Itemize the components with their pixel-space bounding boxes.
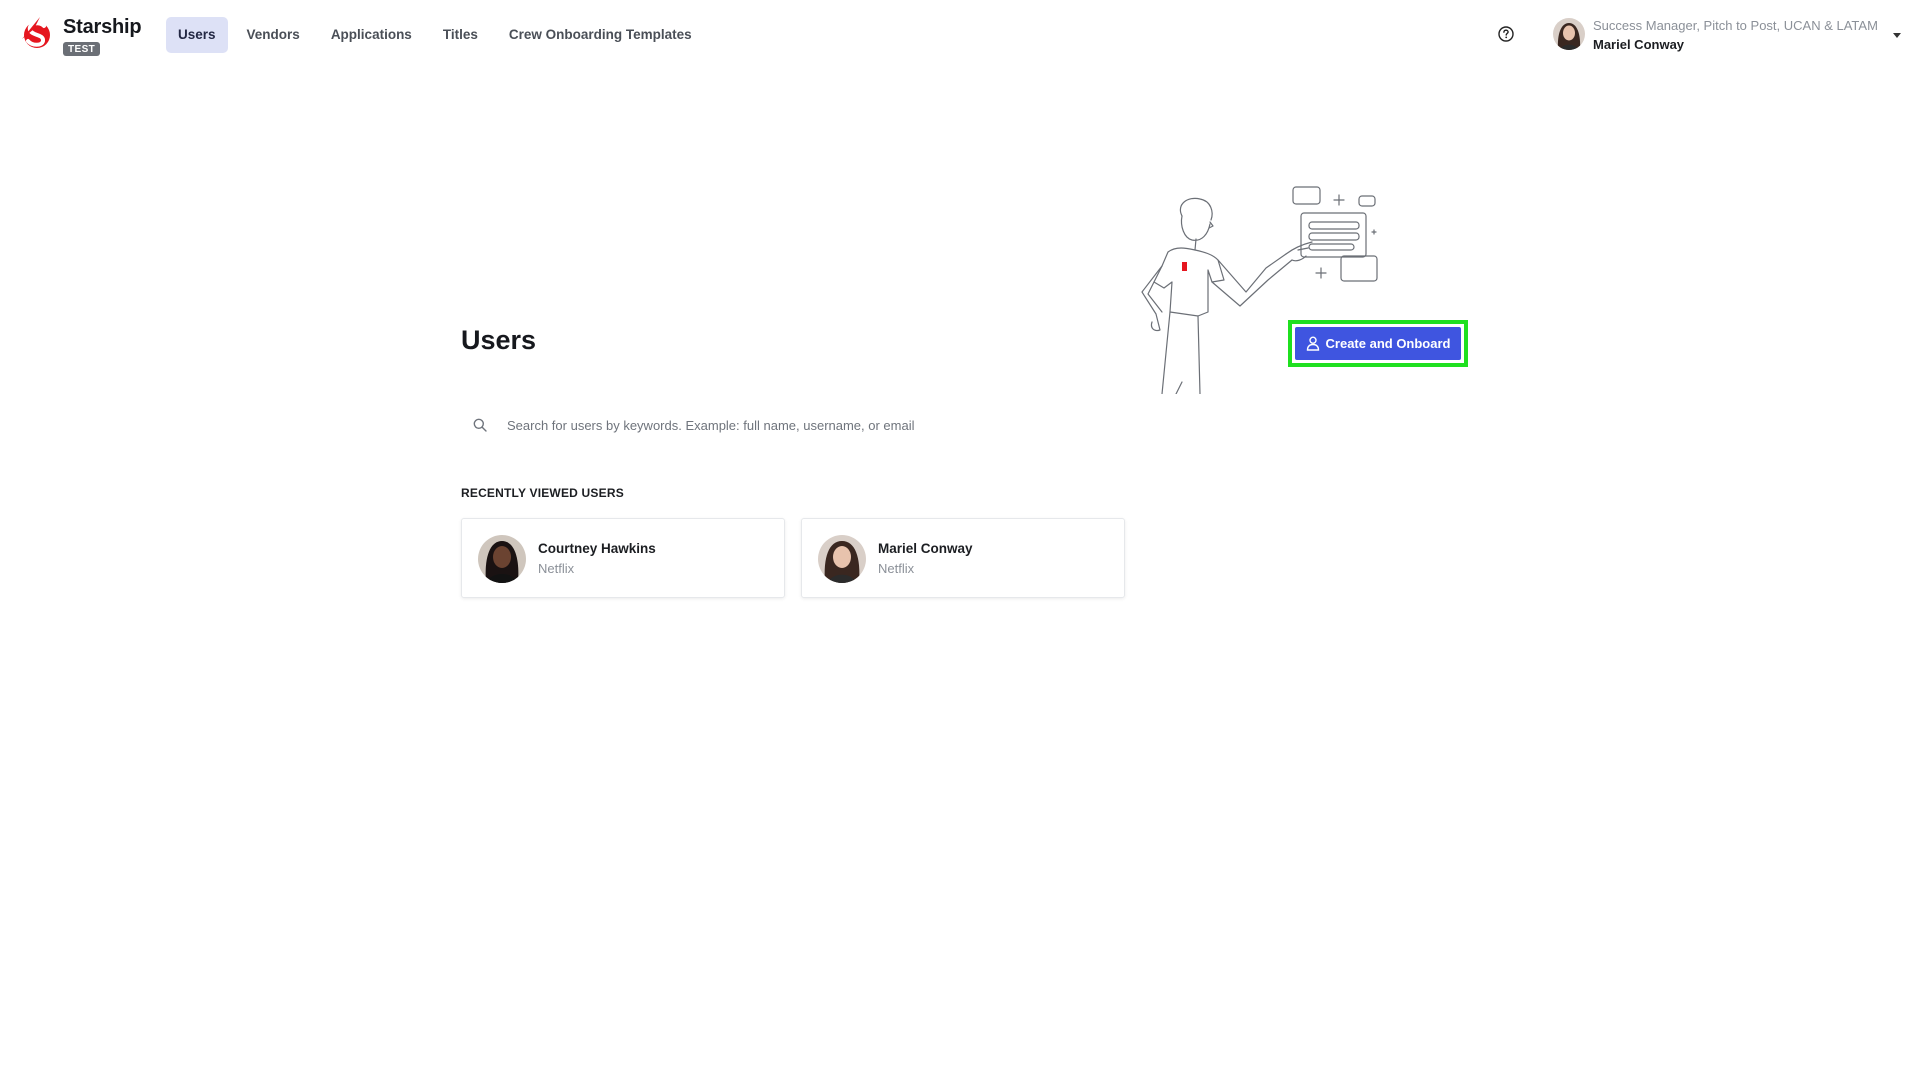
user-organization: Netflix xyxy=(878,561,915,576)
nav-item-vendors[interactable]: Vendors xyxy=(235,17,312,53)
account-avatar[interactable] xyxy=(1553,18,1585,50)
nav-item-users[interactable]: Users xyxy=(166,17,228,53)
environment-badge: TEST xyxy=(63,42,101,56)
account-name[interactable]: Mariel Conway xyxy=(1593,37,1684,52)
create-and-onboard-label: Create and Onboard xyxy=(1325,336,1451,351)
nav-item-titles[interactable]: Titles xyxy=(431,17,490,53)
user-name: Mariel Conway xyxy=(878,541,973,556)
main-nav: Users Vendors Applications Titles Crew O… xyxy=(166,17,711,53)
user-search xyxy=(461,409,1121,441)
starship-logo[interactable] xyxy=(20,15,54,51)
recent-user-card[interactable]: Courtney Hawkins Netflix xyxy=(461,518,785,598)
user-name: Courtney Hawkins xyxy=(538,541,656,556)
recently-viewed-heading: RECENTLY VIEWED USERS xyxy=(461,486,624,500)
nav-item-crew-onboarding-templates[interactable]: Crew Onboarding Templates xyxy=(497,17,704,53)
avatar xyxy=(478,535,526,583)
question-circle-icon[interactable] xyxy=(1498,26,1514,42)
avatar xyxy=(818,535,866,583)
recent-users-list: Courtney Hawkins Netflix Mariel Conway N… xyxy=(461,518,1141,598)
nav-item-applications[interactable]: Applications xyxy=(319,17,424,53)
user-icon xyxy=(1306,336,1319,351)
account-role[interactable]: Success Manager, Pitch to Post, UCAN & L… xyxy=(1593,18,1878,33)
top-navigation-bar: Starship TEST Users Vendors Applications… xyxy=(0,0,1921,72)
search-icon xyxy=(473,418,487,432)
recent-user-card[interactable]: Mariel Conway Netflix xyxy=(801,518,1125,598)
brand-name[interactable]: Starship xyxy=(63,16,142,39)
user-organization: Netflix xyxy=(538,561,575,576)
create-and-onboard-button[interactable]: Create and Onboard xyxy=(1295,327,1461,360)
create-and-onboard-highlight: Create and Onboard xyxy=(1288,320,1468,367)
search-input[interactable] xyxy=(507,409,1107,441)
caret-down-icon[interactable] xyxy=(1893,33,1901,38)
page-title: Users xyxy=(461,325,537,355)
